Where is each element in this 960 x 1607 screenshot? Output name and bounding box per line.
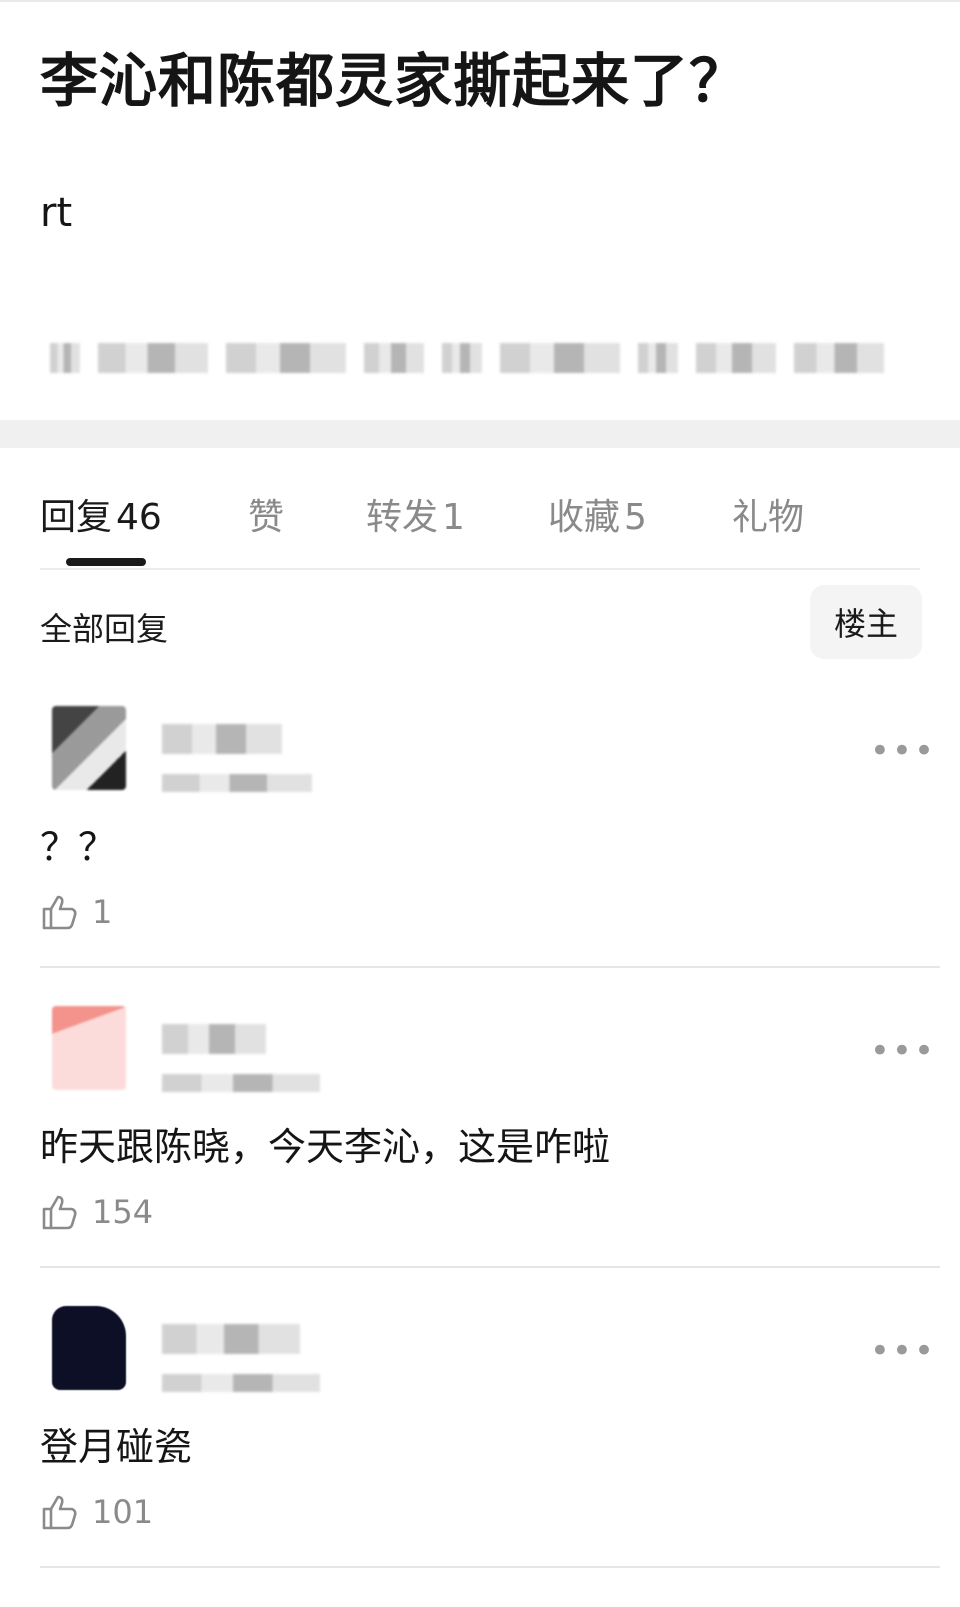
thumbs-up-icon	[42, 1495, 77, 1530]
like-button[interactable]: 154	[40, 1192, 153, 1232]
like-count: 154	[92, 1193, 154, 1231]
username-blurred[interactable]	[162, 1324, 300, 1354]
tab-label: 礼物	[732, 497, 805, 538]
reply-item: ••• 登月碰瓷 101	[40, 1276, 960, 1566]
more-dots-icon[interactable]: •••	[870, 1334, 936, 1368]
post-title: 李沁和陈都灵家撕起来了？	[40, 47, 749, 115]
tab-gifts[interactable]: 礼物	[732, 488, 804, 540]
avatar[interactable]	[52, 1006, 126, 1090]
more-dots-icon[interactable]: •••	[870, 1034, 936, 1068]
reply-item: ••• 昨天跟陈晓，今天李沁，这是咋啦 154	[40, 976, 960, 1266]
username-blurred[interactable]	[162, 724, 282, 754]
avatar[interactable]	[52, 1306, 126, 1390]
tab-count: 5	[624, 497, 647, 538]
op-only-button[interactable]: 楼主	[810, 585, 922, 659]
tab-bar: 回复 46 赞 转发 1 收藏 5 礼物	[40, 448, 920, 570]
tab-favorites[interactable]: 收藏 5	[548, 488, 647, 540]
reply-text: 登月碰瓷	[40, 1425, 193, 1469]
tab-reposts[interactable]: 转发 1	[366, 488, 465, 540]
tab-count: 46	[116, 497, 162, 538]
reply-text: 昨天跟陈晓，今天李沁，这是咋啦	[40, 1125, 611, 1169]
reply-meta-blurred	[162, 1074, 320, 1092]
tab-replies[interactable]: 回复 46	[40, 488, 162, 540]
like-button[interactable]: 101	[40, 1492, 153, 1532]
tab-count: 1	[442, 497, 465, 538]
reply-text: ？？	[40, 825, 117, 869]
like-count: 1	[92, 893, 113, 931]
post-meta-blurred	[50, 340, 920, 376]
divider	[40, 1566, 940, 1568]
post-body: rt	[40, 190, 73, 236]
tab-likes[interactable]: 赞	[248, 488, 284, 540]
section-separator	[0, 420, 960, 448]
reply-meta-blurred	[162, 1374, 320, 1392]
divider	[40, 966, 940, 968]
more-dots-icon[interactable]: •••	[870, 734, 936, 768]
active-tab-indicator	[66, 558, 146, 566]
reply-item: ••• ？？ 1	[40, 676, 960, 966]
tab-label: 回复	[40, 497, 113, 538]
tab-label: 转发	[366, 497, 439, 538]
thumbs-up-icon	[42, 895, 77, 930]
like-button[interactable]: 1	[40, 892, 112, 932]
like-count: 101	[92, 1493, 154, 1531]
tab-label: 收藏	[548, 497, 621, 538]
reply-meta-blurred	[162, 774, 312, 792]
divider	[40, 1266, 940, 1268]
all-replies-label: 全部回复	[40, 610, 169, 648]
thumbs-up-icon	[42, 1195, 77, 1230]
username-blurred[interactable]	[162, 1024, 266, 1054]
tab-label: 赞	[248, 497, 285, 538]
avatar[interactable]	[52, 706, 126, 790]
post-header: 李沁和陈都灵家撕起来了？ rt	[0, 0, 960, 420]
